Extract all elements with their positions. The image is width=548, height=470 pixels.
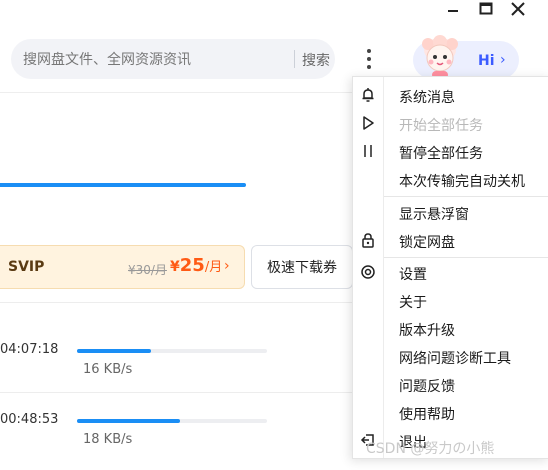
watermark: CSDN @努力の小熊: [366, 441, 495, 457]
menu-item-auto-shutdown[interactable]: 本次传输完自动关机: [353, 165, 548, 193]
play-icon: [363, 116, 374, 130]
search-button[interactable]: 搜索: [302, 50, 330, 70]
minimize-button[interactable]: [441, 0, 465, 18]
menu-item-show-floating-window[interactable]: 显示悬浮窗: [353, 198, 548, 226]
chevron-right-icon: ›: [500, 52, 506, 68]
new-price-value: 25: [179, 255, 205, 276]
speed-coupon-button[interactable]: 极速下载券: [251, 245, 353, 289]
menu-item-lock-netdisk[interactable]: 锁定网盘: [353, 226, 548, 254]
transfer-row[interactable]: 04:07:18 16 KB/s: [0, 330, 352, 400]
menu-item-label: 暂停全部任务: [399, 146, 483, 162]
dot: [367, 57, 371, 61]
dot: [367, 65, 371, 69]
menu-item-about[interactable]: 关于: [353, 286, 548, 314]
menu-item-label: 网络问题诊断工具: [399, 351, 511, 367]
remaining-time: 00:48:53: [0, 412, 59, 427]
pause-icon: [364, 145, 372, 157]
minimize-icon: [448, 10, 458, 12]
menu-item-label: 显示悬浮窗: [399, 207, 469, 223]
menu-item-settings[interactable]: 设置: [353, 258, 548, 286]
menu-item-feedback[interactable]: 问题反馈: [353, 370, 548, 398]
divider: [0, 302, 352, 303]
menu-divider: [384, 196, 548, 197]
maximize-icon: [479, 2, 493, 15]
menu-item-label: 锁定网盘: [399, 235, 455, 251]
menu-item-start-all-tasks[interactable]: 开始全部任务: [353, 109, 548, 137]
overall-progress-bar: [0, 183, 246, 187]
dot: [367, 49, 371, 53]
search-input[interactable]: [21, 39, 285, 81]
menu-item-label: 本次传输完自动关机: [399, 174, 525, 190]
menu-item-label: 版本升级: [399, 323, 455, 339]
close-button[interactable]: [506, 0, 530, 18]
menu-item-label: 系统消息: [399, 90, 455, 106]
settings-icon: [361, 265, 375, 279]
greeting-text[interactable]: Hi: [478, 53, 495, 69]
transfer-row[interactable]: 00:48:53 18 KB/s: [0, 400, 352, 470]
task-progress-track: [77, 349, 267, 353]
new-price-symbol: ¥: [170, 259, 180, 275]
svip-label: SVIP: [8, 259, 45, 275]
menu-item-label: 开始全部任务: [399, 118, 483, 134]
menu-item-label: 设置: [399, 267, 427, 283]
menu-item-label: 使用帮助: [399, 407, 455, 423]
search-divider: [294, 50, 295, 68]
task-progress-fill: [77, 419, 180, 423]
transfer-speed: 18 KB/s: [83, 432, 133, 447]
maximize-button[interactable]: [474, 0, 498, 18]
search-box[interactable]: 搜索: [11, 39, 335, 81]
new-price-unit: /月: [204, 260, 223, 275]
chevron-right-icon: ›: [224, 258, 230, 274]
more-menu-button[interactable]: [355, 41, 383, 77]
title-bar: [0, 0, 548, 20]
task-progress-track: [77, 419, 267, 423]
more-dropdown-menu: 系统消息 开始全部任务 暂停全部任务 本次传输完自动关机 显示悬浮窗 锁定网盘 …: [352, 76, 548, 459]
menu-item-label: 关于: [399, 295, 427, 311]
lock-icon: [362, 233, 374, 248]
cartoon-avatar-icon[interactable]: [418, 34, 462, 82]
transfer-speed: 16 KB/s: [83, 362, 133, 377]
close-icon: [511, 2, 525, 16]
divider: [0, 392, 352, 393]
menu-item-version-upgrade[interactable]: 版本升级: [353, 314, 548, 342]
new-price: ¥25/月: [170, 255, 222, 276]
remaining-time: 04:07:18: [0, 342, 59, 357]
menu-item-label: 问题反馈: [399, 379, 455, 395]
old-price: ¥30/月: [128, 263, 167, 277]
menu-item-help[interactable]: 使用帮助: [353, 398, 548, 426]
bell-icon: [362, 88, 374, 102]
menu-item-network-diagnostics[interactable]: 网络问题诊断工具: [353, 342, 548, 370]
menu-item-pause-all-tasks[interactable]: 暂停全部任务: [353, 137, 548, 165]
menu-item-system-messages[interactable]: 系统消息: [353, 81, 548, 109]
svip-banner[interactable]: SVIP ¥30/月 ¥25/月 ›: [0, 245, 245, 289]
task-progress-fill: [77, 349, 152, 353]
